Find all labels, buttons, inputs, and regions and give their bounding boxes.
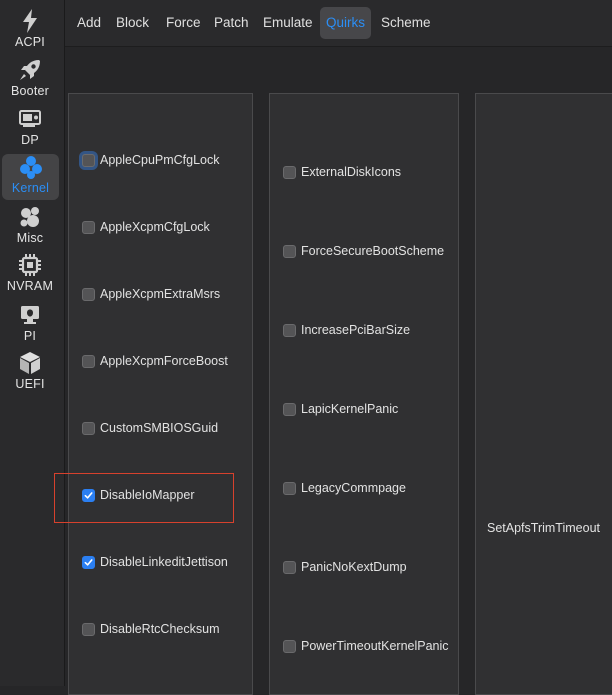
checkbox[interactable] — [283, 481, 296, 495]
checkbox-label: LegacyCommpage — [301, 481, 406, 495]
sidebar-item-label: Kernel — [11, 181, 50, 195]
checkbox-row-applexcpmforceboost[interactable]: AppleXcpmForceBoost — [82, 351, 228, 371]
checkmark-icon — [84, 558, 93, 566]
sidebar-item-label: Booter — [10, 84, 50, 98]
checkbox-row-disablertcchecksum[interactable]: DisableRtcChecksum — [82, 619, 219, 639]
checkbox-row-panicnokextdump[interactable]: PanicNoKextDump — [283, 557, 407, 577]
checkbox-label: DisableRtcChecksum — [100, 622, 220, 636]
checkbox-checked[interactable] — [82, 488, 95, 502]
quirks-column-1: AppleCpuPmCfgLock AppleXcpmCfgLock Apple… — [68, 93, 253, 695]
checkbox[interactable] — [82, 622, 95, 636]
sidebar: ACPI Booter DP Kernel Misc NVRAM PI UEFI — [0, 0, 65, 686]
checkbox-label: ForceSecureBootScheme — [301, 244, 445, 258]
sidebar-item-label: UEFI — [15, 377, 45, 391]
graphics-card-icon — [17, 106, 43, 132]
rocket-icon — [17, 57, 43, 83]
quirks-column-2: ExternalDiskIcons ForceSecureBootScheme … — [269, 93, 459, 695]
checkbox[interactable] — [82, 421, 95, 435]
kernel-icon — [18, 154, 44, 180]
checkbox[interactable] — [82, 153, 95, 167]
checkbox-row-powertimeoutkernelpanic[interactable]: PowerTimeoutKernelPanic — [283, 636, 449, 656]
checkbox-row-disableiomapper[interactable]: DisableIoMapper — [82, 485, 195, 505]
chip-icon — [17, 252, 43, 278]
sidebar-item-label: DP — [21, 133, 39, 147]
checkbox[interactable] — [283, 165, 296, 179]
checkbox-row-disablelinkeditjettison[interactable]: DisableLinkeditJettison — [82, 552, 228, 572]
quirks-column-3 — [475, 93, 612, 695]
tab-patch[interactable]: Patch — [208, 7, 255, 39]
checkbox[interactable] — [283, 323, 296, 337]
set-apfs-trim-timeout-label: SetApfsTrimTimeout — [487, 521, 600, 535]
checkbox-row-forcesecurebootscheme[interactable]: ForceSecureBootScheme — [283, 241, 444, 261]
tab-quirks[interactable]: Quirks — [320, 7, 372, 39]
checkbox-label: PanicNoKextDump — [301, 560, 407, 574]
checkbox[interactable] — [283, 639, 296, 653]
checkbox-row-applexcpmcfglock[interactable]: AppleXcpmCfgLock — [82, 217, 210, 237]
checkbox-row-externaldiskicons[interactable]: ExternalDiskIcons — [283, 162, 401, 182]
checkbox-label: PowerTimeoutKernelPanic — [301, 639, 449, 653]
sidebar-item-misc[interactable]: Misc — [0, 204, 60, 250]
sidebar-item-pi[interactable]: PI — [0, 302, 60, 348]
checkbox-label: AppleXcpmCfgLock — [100, 220, 210, 234]
apple-icon — [17, 302, 43, 328]
sidebar-item-uefi[interactable]: UEFI — [0, 350, 60, 396]
checkbox-label: AppleCpuPmCfgLock — [100, 153, 220, 167]
checkbox[interactable] — [82, 354, 95, 368]
tab-bar: Add Block Force Patch Emulate Quirks Sch… — [65, 0, 612, 47]
sidebar-item-booter[interactable]: Booter — [0, 57, 60, 103]
checkbox-row-applexcpmextramsrs[interactable]: AppleXcpmExtraMsrs — [82, 284, 220, 304]
sidebar-item-label: NVRAM — [6, 279, 54, 293]
checkbox[interactable] — [283, 244, 296, 258]
sidebar-item-kernel[interactable]: Kernel — [2, 154, 59, 200]
lightning-bolt-icon — [17, 8, 43, 34]
checkbox-row-legacycommpage[interactable]: LegacyCommpage — [283, 478, 406, 498]
misc-icon — [17, 204, 43, 230]
sidebar-item-dp[interactable]: DP — [0, 106, 60, 152]
checkbox[interactable] — [283, 560, 296, 574]
cube-icon — [17, 350, 43, 376]
checkbox-label: DisableIoMapper — [100, 488, 195, 502]
checkbox-row-lapickernelpanic[interactable]: LapicKernelPanic — [283, 399, 398, 419]
sidebar-item-label: PI — [23, 329, 37, 343]
tab-force[interactable]: Force — [160, 7, 207, 39]
sidebar-item-label: ACPI — [15, 35, 45, 49]
checkbox-checked[interactable] — [82, 555, 95, 569]
sidebar-item-label: Misc — [16, 231, 44, 245]
checkbox-label: CustomSMBIOSGuid — [100, 421, 219, 435]
checkmark-icon — [84, 491, 93, 499]
checkbox[interactable] — [82, 287, 95, 301]
checkbox-label: LapicKernelPanic — [301, 402, 399, 416]
checkbox[interactable] — [82, 220, 95, 234]
checkbox-label: ExternalDiskIcons — [301, 165, 402, 179]
tab-add[interactable]: Add — [71, 7, 107, 39]
checkbox-label: AppleXcpmExtraMsrs — [100, 287, 221, 301]
sidebar-item-nvram[interactable]: NVRAM — [0, 252, 60, 298]
tab-block[interactable]: Block — [110, 7, 155, 39]
checkbox[interactable] — [283, 402, 296, 416]
checkbox-row-increasepcibarsize[interactable]: IncreasePciBarSize — [283, 320, 410, 340]
checkbox-label: AppleXcpmForceBoost — [100, 354, 228, 368]
checkbox-label: DisableLinkeditJettison — [100, 555, 228, 569]
checkbox-row-customsmbiosguid[interactable]: CustomSMBIOSGuid — [82, 418, 218, 438]
checkbox-row-applecpupmcfglock[interactable]: AppleCpuPmCfgLock — [82, 150, 220, 170]
tab-emulate[interactable]: Emulate — [257, 7, 319, 39]
tab-scheme[interactable]: Scheme — [375, 7, 437, 39]
checkbox-label: IncreasePciBarSize — [301, 323, 411, 337]
sidebar-item-acpi[interactable]: ACPI — [0, 8, 60, 54]
